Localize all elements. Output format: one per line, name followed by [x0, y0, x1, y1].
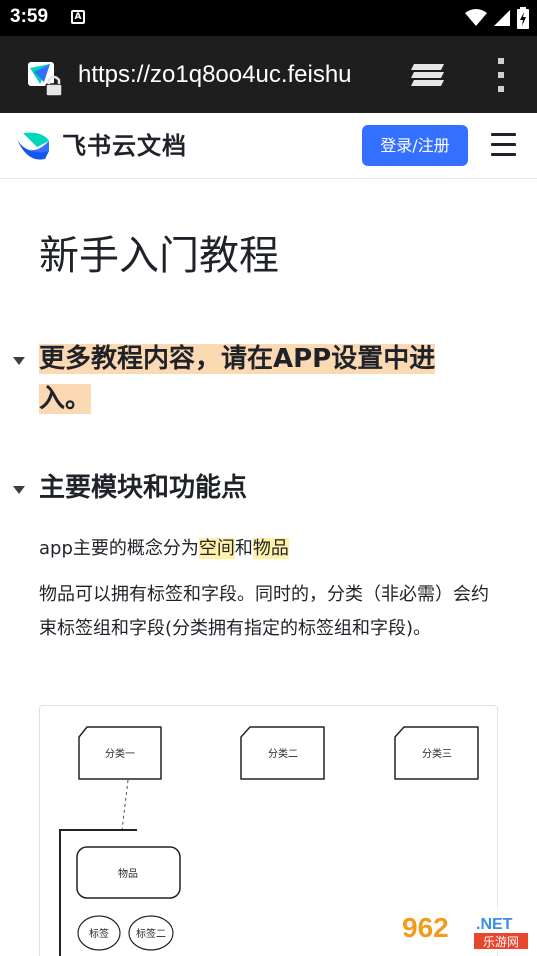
notification-icon: A — [71, 10, 85, 24]
highlight-item: 物品 — [252, 538, 289, 559]
browser-toolbar: https://zo1q8oo4uc.feishu — [0, 36, 537, 113]
callout-heading-text: 更多教程内容，请在APP设置中进入。 — [39, 344, 436, 414]
site-header: 飞书云文档 登录/注册 — [0, 113, 537, 179]
status-bar: 3:59 A — [0, 0, 537, 36]
watermark-number: 962 — [402, 912, 449, 943]
paragraph-description: 物品可以拥有标签和字段。同时的，分类（非必需）会约束标签组和字段(分类拥有指定的… — [39, 584, 489, 639]
hamburger-menu-icon[interactable] — [491, 133, 516, 157]
status-icons — [465, 7, 529, 29]
collapse-toggle-icon[interactable] — [13, 486, 25, 494]
collapse-toggle-icon[interactable] — [13, 357, 25, 365]
watermark-suffix: .NET — [476, 916, 513, 933]
category-one-label: 分类一 — [105, 747, 135, 760]
site-security-icon[interactable] — [26, 58, 66, 98]
watermark-caption: 乐游网 — [483, 935, 519, 949]
category-three-label: 分类三 — [422, 747, 452, 760]
wifi-icon — [465, 9, 487, 26]
login-register-button[interactable]: 登录/注册 — [362, 125, 468, 166]
url-bar[interactable]: https://zo1q8oo4uc.feishu — [78, 58, 381, 92]
battery-icon — [517, 7, 529, 29]
dashed-connector — [121, 779, 129, 831]
site-watermark-logo: 962 .NET 乐游网 — [396, 907, 532, 952]
tabs-icon[interactable] — [410, 60, 448, 90]
paragraph-concepts: app主要的概念分为空间和物品 — [39, 532, 489, 566]
page-title: 新手入门教程 — [39, 233, 279, 279]
callout-heading: 更多教程内容，请在APP设置中进入。 — [39, 339, 471, 419]
item-label: 物品 — [118, 867, 138, 880]
category-two-label: 分类二 — [268, 747, 298, 760]
status-time: 3:59 — [10, 6, 49, 27]
signal-icon — [494, 10, 510, 26]
text-span: 和 — [234, 538, 253, 559]
text-span: app主要的概念分为 — [39, 538, 199, 559]
section-heading: 主要模块和功能点 — [39, 473, 248, 503]
logo-text[interactable]: 飞书云文档 — [62, 129, 187, 163]
tag-one-label: 标签 — [89, 927, 109, 940]
highlight-space: 空间 — [198, 538, 235, 559]
more-menu-icon[interactable] — [492, 56, 510, 94]
tag-two-label: 标签二 — [136, 927, 166, 940]
feishu-logo-icon[interactable] — [15, 129, 53, 163]
